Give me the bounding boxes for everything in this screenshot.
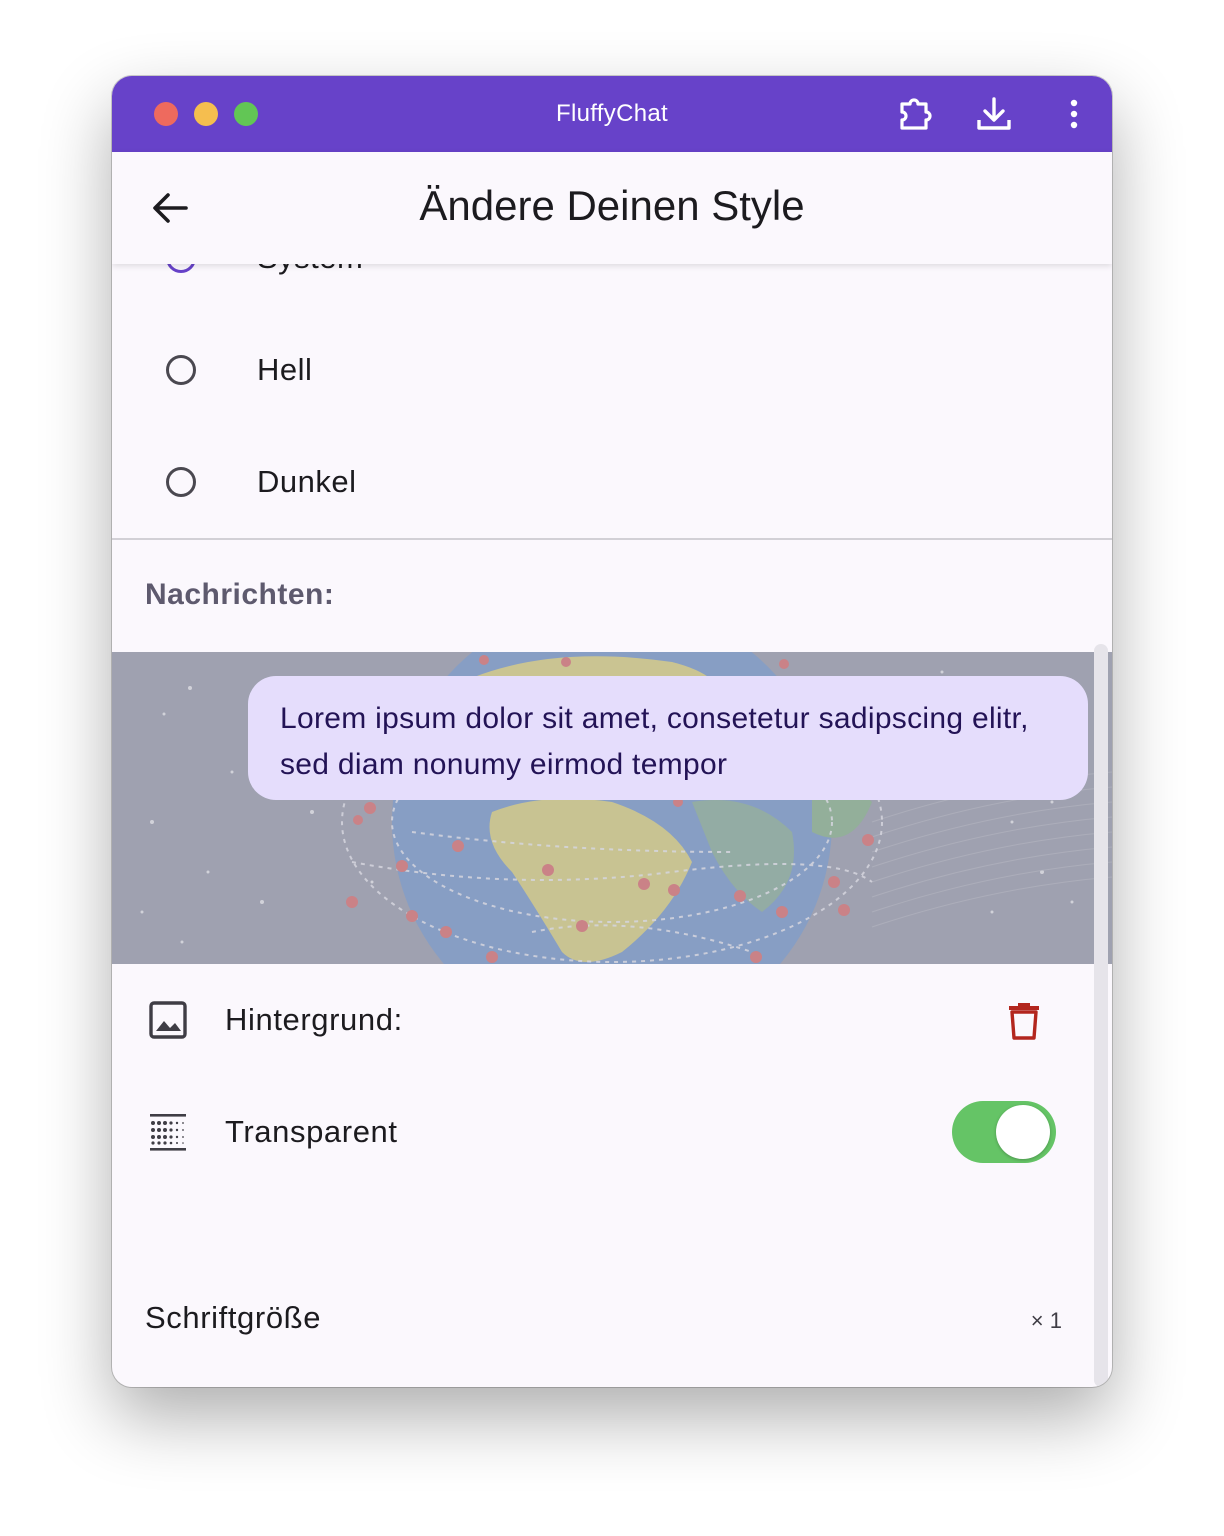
transparent-switch[interactable] (952, 1101, 1056, 1163)
wallpaper-row[interactable]: Hintergrund: (112, 964, 1112, 1076)
more-vert-icon[interactable] (1054, 94, 1094, 134)
font-size-label: Schriftgröße (145, 1300, 322, 1335)
theme-option-label: System (257, 264, 363, 276)
wallpaper-label: Hintergrund: (225, 1002, 403, 1037)
transparent-row[interactable]: Transparent (112, 1076, 1112, 1188)
divider (112, 538, 1112, 540)
trash-icon[interactable] (1002, 998, 1046, 1042)
radio-button[interactable] (166, 355, 196, 385)
page-title: Ändere Deinen Style (419, 182, 805, 229)
chat-background-preview: Lorem ipsum dolor sit amet, consetetur s… (112, 652, 1112, 964)
image-icon (146, 998, 190, 1042)
blur-icon (146, 1110, 190, 1154)
radio-button[interactable] (166, 467, 196, 497)
theme-option-light[interactable]: Hell (112, 314, 1112, 426)
theme-option-dark[interactable]: Dunkel (112, 426, 1112, 538)
settings-content: System Hell Dunkel Nachrichten: (112, 264, 1112, 1387)
message-bubble: Lorem ipsum dolor sit amet, consetetur s… (248, 676, 1088, 800)
font-size-value: × 1 (1030, 1308, 1062, 1333)
radio-button[interactable] (166, 264, 196, 273)
download-icon[interactable] (974, 94, 1014, 134)
transparent-label: Transparent (225, 1114, 398, 1149)
scrollbar[interactable] (1094, 644, 1108, 1387)
switch-knob (996, 1105, 1050, 1159)
theme-option-system[interactable]: System (112, 264, 1112, 314)
extension-icon[interactable] (896, 94, 936, 134)
theme-option-label: Hell (257, 352, 313, 387)
theme-option-label: Dunkel (257, 464, 357, 499)
title-bar: FluffyChat (112, 76, 1112, 152)
window-title: FluffyChat (556, 100, 668, 127)
app-bar: Ändere Deinen Style (112, 152, 1112, 264)
app-window: FluffyChat Ändere Deinen Style Hell Dunk… (112, 76, 1112, 1387)
messages-section-title: Nachrichten: (145, 578, 335, 611)
